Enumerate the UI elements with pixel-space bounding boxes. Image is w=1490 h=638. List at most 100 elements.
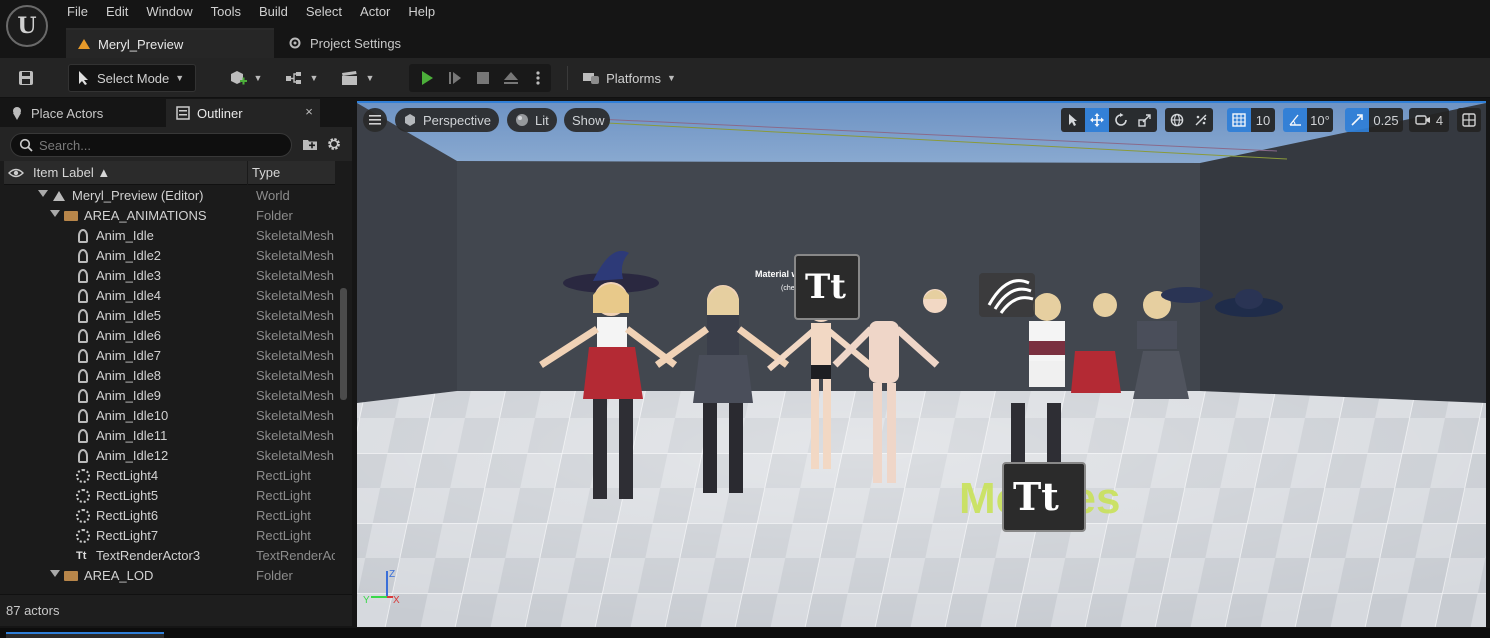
text-render-billboard-icon[interactable]: Tt	[794, 254, 860, 320]
level-viewport[interactable]: Material with 5 Sections (check MI Body)…	[357, 101, 1486, 627]
unreal-logo-icon[interactable]: U	[6, 5, 48, 47]
text-render-billboard-icon[interactable]: Tt	[1002, 462, 1086, 532]
skeletal-mesh-icon	[78, 329, 88, 343]
outliner-search-box[interactable]	[10, 133, 292, 157]
tab-outliner[interactable]: Outliner	[166, 99, 320, 127]
lit-mode-button[interactable]: Lit	[507, 108, 557, 132]
tab-level-meryl-preview[interactable]: Meryl_Preview	[66, 28, 274, 58]
eject-button[interactable]	[497, 64, 525, 92]
chevron-down-icon: ▼	[365, 73, 375, 83]
perspective-button[interactable]: Perspective	[395, 108, 499, 132]
camera-speed-button[interactable]: 4	[1409, 108, 1449, 132]
skeletal-mesh-icon	[78, 309, 88, 323]
outliner-row[interactable]: Meryl_Preview (Editor) World	[4, 186, 335, 206]
select-mode-dropdown[interactable]: Select Mode ▼	[68, 64, 196, 92]
move-arrows-icon	[1090, 113, 1104, 127]
outliner-row-label: Anim_Idle12	[96, 448, 169, 463]
platforms-dropdown[interactable]: Platforms ▼	[580, 64, 678, 92]
outliner-row-label: AREA_LOD	[84, 568, 154, 583]
outliner-row[interactable]: Anim_Idle12 SkeletalMesh	[4, 446, 335, 466]
expand-arrow-icon[interactable]	[38, 190, 48, 197]
column-type[interactable]: Type	[252, 165, 280, 180]
outliner-row[interactable]: Anim_Idle9 SkeletalMesh	[4, 386, 335, 406]
show-flags-button[interactable]: Show	[564, 108, 610, 132]
save-button[interactable]	[12, 64, 40, 92]
expand-arrow-icon[interactable]	[50, 210, 60, 217]
tab-project-settings[interactable]: Project Settings	[276, 28, 436, 58]
text-render-icon: Tt	[76, 550, 87, 562]
rotate-tool-button[interactable]	[1109, 108, 1133, 132]
clapperboard-icon	[341, 71, 357, 85]
outliner-row[interactable]: Anim_Idle SkeletalMesh	[4, 226, 335, 246]
outliner-row[interactable]: Tt TextRenderActor3 TextRenderActor	[4, 546, 335, 566]
add-folder-button[interactable]	[300, 133, 320, 155]
outliner-row[interactable]: RectLight4 RectLight	[4, 466, 335, 486]
menu-tools[interactable]: Tools	[202, 0, 250, 24]
blueprints-button[interactable]: ▼	[280, 64, 322, 92]
select-tool-button[interactable]	[1061, 108, 1085, 132]
outliner-row-label: Anim_Idle9	[96, 388, 162, 403]
menu-help[interactable]: Help	[399, 0, 444, 24]
translate-tool-button[interactable]	[1085, 108, 1109, 132]
outliner-row[interactable]: Anim_Idle2 SkeletalMesh	[4, 246, 335, 266]
outliner-row-label: Anim_Idle10	[96, 408, 169, 423]
svg-text:X: X	[393, 595, 400, 606]
outliner-row[interactable]: AREA_LOD Folder	[4, 566, 335, 586]
camera-icon	[1415, 115, 1430, 125]
visibility-eye-icon[interactable]	[8, 167, 24, 179]
globe-icon	[1170, 113, 1184, 127]
close-tab-icon[interactable]: ×	[300, 104, 318, 122]
outliner-row[interactable]: Anim_Idle6 SkeletalMesh	[4, 326, 335, 346]
perspective-label: Perspective	[423, 112, 491, 128]
scale-tool-button[interactable]	[1133, 108, 1157, 132]
viewport-scene[interactable]: Material with 5 Sections (check MI Body)…	[357, 103, 1486, 627]
add-actor-button[interactable]: ▼	[224, 64, 266, 92]
outliner-row[interactable]: Anim_Idle5 SkeletalMesh	[4, 306, 335, 326]
scale-snap-value[interactable]: 0.25	[1369, 108, 1403, 132]
grid-snap-value[interactable]: 10	[1251, 108, 1275, 132]
stop-button[interactable]	[469, 64, 497, 92]
play-button[interactable]	[413, 64, 441, 92]
menu-build[interactable]: Build	[250, 0, 297, 24]
outliner-row-type: SkeletalMesh	[256, 328, 335, 343]
expand-arrow-icon[interactable]	[50, 570, 60, 577]
outliner-row[interactable]: RectLight6 RectLight	[4, 506, 335, 526]
outliner-row[interactable]: Anim_Idle4 SkeletalMesh	[4, 286, 335, 306]
outliner-row[interactable]: Anim_Idle7 SkeletalMesh	[4, 346, 335, 366]
content-drawer-tab[interactable]	[6, 632, 164, 638]
scale-snap-toggle[interactable]	[1345, 108, 1369, 132]
surface-snap-button[interactable]	[1189, 108, 1213, 132]
outliner-row[interactable]: RectLight5 RectLight	[4, 486, 335, 506]
menu-actor[interactable]: Actor	[351, 0, 399, 24]
skeletal-mesh-icon	[78, 229, 88, 243]
viewport-layout-button[interactable]	[1457, 108, 1481, 132]
search-input[interactable]	[39, 137, 279, 153]
outliner-row[interactable]: Anim_Idle3 SkeletalMesh	[4, 266, 335, 286]
play-options-button[interactable]	[527, 64, 549, 92]
chevron-down-icon: ▼	[666, 73, 676, 83]
menu-file[interactable]: File	[58, 0, 97, 24]
menu-select[interactable]: Select	[297, 0, 351, 24]
outliner-row-label: Anim_Idle3	[96, 268, 162, 283]
rect-light-billboard-icon[interactable]	[979, 273, 1035, 317]
rotation-snap-toggle[interactable]	[1283, 108, 1307, 132]
world-local-toggle[interactable]	[1165, 108, 1189, 132]
rotation-snap-value[interactable]: 10°	[1307, 108, 1333, 132]
outliner-row[interactable]: Anim_Idle10 SkeletalMesh	[4, 406, 335, 426]
outliner-row[interactable]: RectLight7 RectLight	[4, 526, 335, 546]
outliner-row[interactable]: AREA_ANIMATIONS Folder	[4, 206, 335, 226]
grid-snap-toggle[interactable]	[1227, 108, 1251, 132]
tab-place-actors[interactable]: Place Actors	[0, 99, 165, 127]
floating-head[interactable]	[923, 289, 947, 313]
cinematics-button[interactable]: ▼	[336, 64, 378, 92]
outliner-row[interactable]: Anim_Idle8 SkeletalMesh	[4, 366, 335, 386]
menu-edit[interactable]: Edit	[97, 0, 137, 24]
outliner-row[interactable]: Anim_Idle11 SkeletalMesh	[4, 426, 335, 446]
outliner-settings-button[interactable]	[324, 133, 344, 155]
column-item-label[interactable]: Item Label ▲	[33, 165, 110, 180]
menu-window[interactable]: Window	[137, 0, 201, 24]
outliner-scrollbar[interactable]	[340, 288, 347, 400]
step-button[interactable]	[441, 64, 469, 92]
cursor-icon	[1069, 114, 1077, 126]
viewport-options-button[interactable]	[363, 108, 387, 132]
